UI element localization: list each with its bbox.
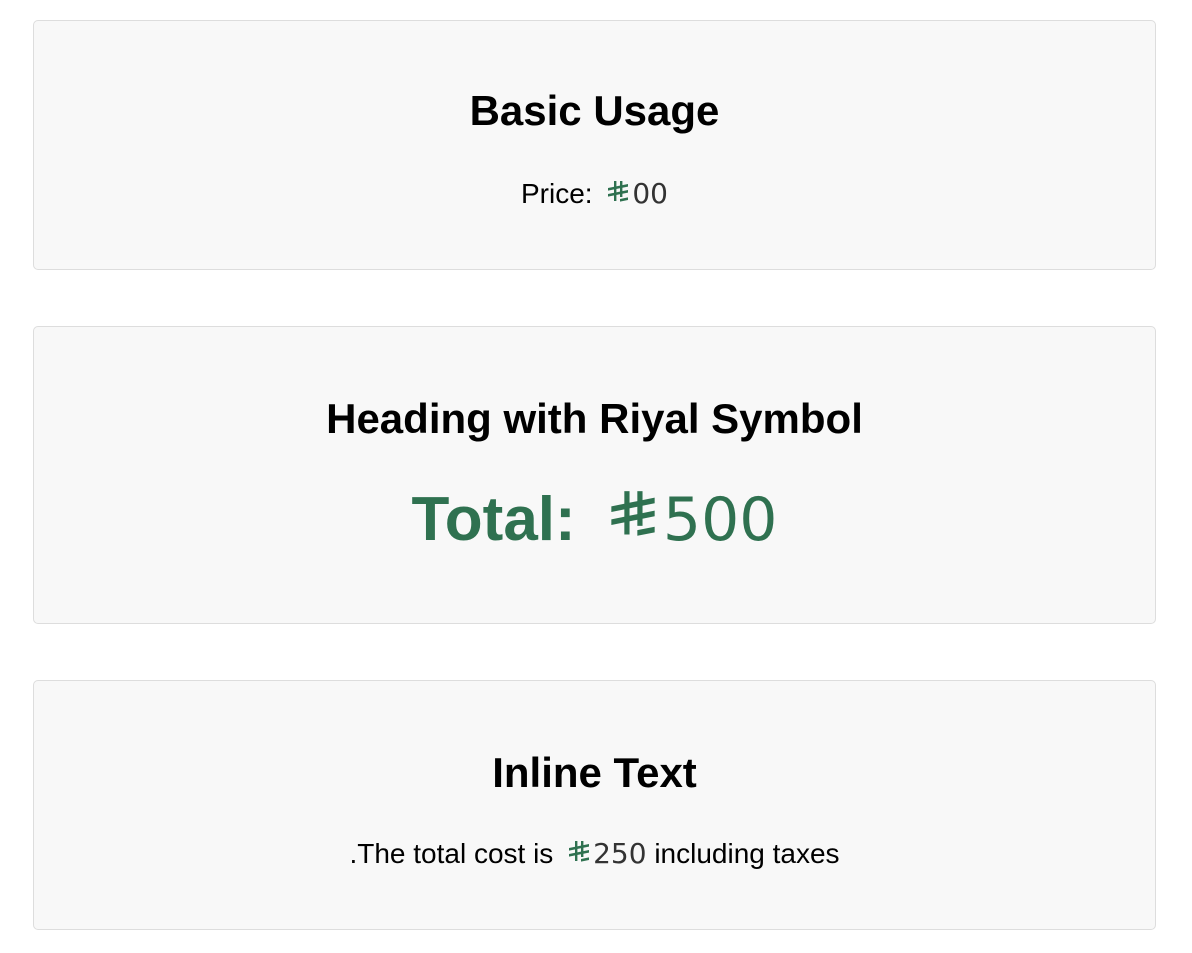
inline-suffix: including taxes [654, 838, 840, 869]
total-amount: 500 [662, 485, 778, 555]
inline-text-card: Inline Text .The total cost is 250 inclu… [33, 680, 1156, 930]
basic-usage-heading: Basic Usage [469, 87, 720, 134]
riyal-sign-icon [561, 838, 593, 870]
price-amount: 00 [632, 177, 668, 210]
inline-text-heading: Inline Text [492, 749, 697, 796]
page: Basic Usage Price: 00 Heading with Riyal… [0, 0, 1192, 953]
basic-usage-card: Basic Usage Price: 00 [33, 20, 1156, 270]
inline-prefix: .The total cost is [349, 838, 554, 869]
inline-amount: 250 [593, 837, 647, 870]
price-label: Price: [521, 178, 593, 209]
heading-riyal-heading: Heading with Riyal Symbol [326, 395, 863, 442]
total-label: Total: [411, 485, 576, 554]
inline-cost-line: .The total cost is 250 including taxes [34, 838, 1155, 870]
riyal-sign-icon [600, 178, 632, 210]
price-line: Price: 00 [34, 178, 1155, 210]
total-line: Total: 500 [34, 485, 1155, 555]
heading-riyal-card: Heading with Riyal Symbol Total: 500 [33, 326, 1156, 624]
riyal-sign-icon [593, 485, 663, 555]
